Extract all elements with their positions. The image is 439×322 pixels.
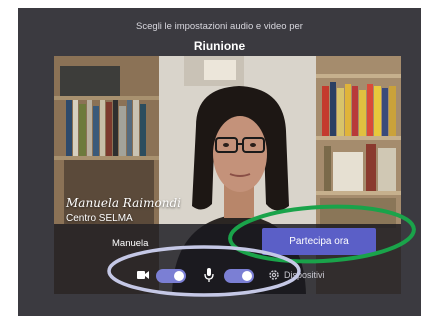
- devices-settings-link[interactable]: Dispositivi: [284, 270, 325, 280]
- camera-toggle-knob: [174, 271, 184, 281]
- av-controls: Dispositivi: [54, 266, 401, 286]
- microphone-toggle-knob: [242, 271, 252, 281]
- speaker-caption-name: Manuela Raimondi: [66, 196, 181, 210]
- dialog-subtitle: Scegli le impostazioni audio e video per: [136, 21, 303, 32]
- speaker-caption-org: Centro SELMA: [66, 213, 133, 224]
- meeting-title: Riunione: [193, 39, 246, 53]
- microphone-toggle[interactable]: [224, 269, 254, 283]
- join-dialog: Scegli le impostazioni audio e video per…: [18, 8, 421, 316]
- user-name-label: Manuela: [112, 238, 149, 249]
- join-now-button[interactable]: Partecipa ora: [262, 228, 376, 255]
- camera-toggle[interactable]: [156, 269, 186, 283]
- join-controls-bar: Manuela Partecipa ora Dispositivi: [54, 224, 401, 294]
- video-preview: Manuela Raimondi Centro SELMA Manuela Pa…: [54, 56, 401, 294]
